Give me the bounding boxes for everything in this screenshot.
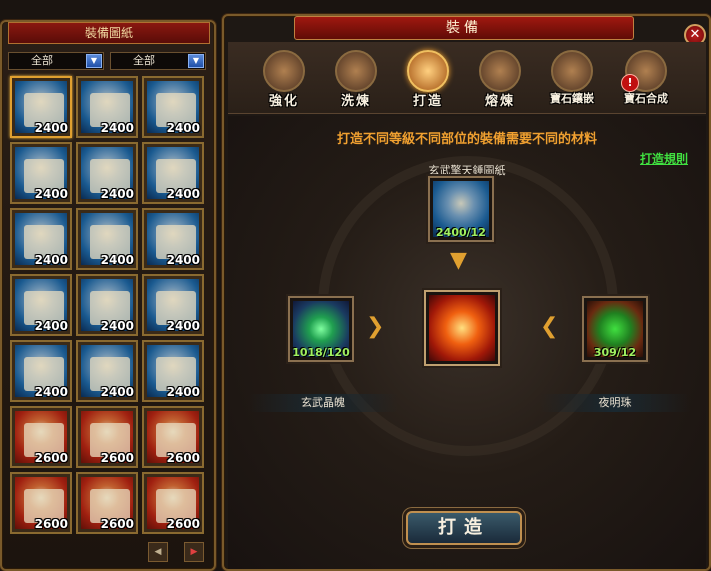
blueprint-item[interactable]: 2600	[76, 472, 138, 534]
blueprint-value: 2400	[166, 319, 200, 333]
level-filter-value: 全部	[133, 54, 155, 67]
forge-button[interactable]: 打造	[406, 511, 522, 545]
blueprint-item[interactable]: 2400	[142, 340, 204, 402]
blueprint-item[interactable]: 2400	[10, 340, 72, 402]
blueprint-value: 2400	[34, 385, 68, 399]
tab-forge[interactable]: 打造	[400, 50, 456, 110]
arrow-left-icon: ❮	[540, 314, 559, 339]
blueprint-item[interactable]: 2400	[10, 274, 72, 336]
blueprint-item[interactable]: 2400	[76, 142, 138, 204]
forge-icon	[407, 50, 449, 92]
blueprint-value: 2600	[34, 451, 68, 465]
instruction-text: 打造不同等級不同部位的裝備需要不同的材料	[336, 132, 597, 147]
window-title: 裝備	[294, 16, 634, 40]
blueprint-value: 2400	[100, 253, 134, 267]
equipment-panel: 裝備 ✕ 強化 洗煉 打造 熔煉 寶石鑲嵌 寶石合成 ! 打造不同等級不同部位的…	[222, 14, 711, 571]
hammer-icon	[263, 50, 305, 92]
blueprint-value: 2400	[34, 319, 68, 333]
blueprint-value: 2400	[34, 121, 68, 135]
blueprint-value: 2600	[166, 517, 200, 531]
blueprint-item[interactable]: 2400	[142, 76, 204, 138]
blueprint-item[interactable]: 2400	[76, 274, 138, 336]
tab-enhance[interactable]: 強化	[256, 50, 312, 110]
blueprint-value: 2600	[100, 517, 134, 531]
arrow-down-icon: ▼	[450, 248, 467, 273]
blueprint-value: 2400	[34, 187, 68, 201]
blueprint-value: 2400	[166, 121, 200, 135]
material-slot-1[interactable]: 1018/120	[288, 296, 354, 362]
flaming-hammer-icon	[429, 295, 495, 361]
result-slot[interactable]	[424, 290, 500, 366]
prev-page-button[interactable]: ◀	[148, 542, 168, 562]
blueprint-item[interactable]: 2400	[142, 208, 204, 270]
level-filter[interactable]: 全部 ▼	[110, 52, 206, 70]
blueprint-item[interactable]: 2400	[76, 208, 138, 270]
material-2-count: 309/12	[593, 346, 637, 359]
blueprint-item[interactable]: 2400	[142, 142, 204, 204]
blueprint-value: 2400	[100, 385, 134, 399]
blueprint-value: 2400	[166, 385, 200, 399]
function-tabs: 強化 洗煉 打造 熔煉 寶石鑲嵌 寶石合成 !	[228, 42, 706, 114]
blueprint-value: 2400	[100, 319, 134, 333]
blueprint-item[interactable]: 2400	[142, 274, 204, 336]
category-filter[interactable]: 全部 ▼	[8, 52, 104, 70]
material-2-name: 夜明珠	[540, 394, 690, 412]
panel-title: 裝備圖紙	[8, 22, 210, 44]
tab-refine[interactable]: 洗煉	[328, 50, 384, 110]
blueprint-item[interactable]: 2400	[10, 142, 72, 204]
blueprint-panel: 裝備圖紙 全部 ▼ 全部 ▼ 2400 2400 2400 2400 2400 2400 2…	[0, 20, 216, 571]
blueprint-item[interactable]: 2600	[10, 406, 72, 468]
dropdown-arrow-icon[interactable]: ▼	[86, 54, 102, 68]
anvil-icon	[335, 50, 377, 92]
blueprint-item[interactable]: 2600	[10, 472, 72, 534]
forge-area: 打造不同等級不同部位的裝備需要不同的材料 打造規則 玄武擎天錘圖紙 2400/1…	[228, 116, 706, 569]
blueprint-value: 2400	[166, 253, 200, 267]
blueprint-value: 2400	[100, 187, 134, 201]
blueprint-item[interactable]: 2600	[142, 406, 204, 468]
blueprint-count: 2400/12	[436, 226, 486, 239]
material-1-count: 1018/120	[292, 346, 350, 359]
material-slot-2[interactable]: 309/12	[582, 296, 648, 362]
blueprint-item[interactable]: 2400	[76, 76, 138, 138]
blueprint-item[interactable]: 2400	[10, 76, 72, 138]
blueprint-value: 2600	[166, 451, 200, 465]
gem-inlay-icon	[551, 50, 593, 92]
blueprint-item[interactable]: 2400	[10, 208, 72, 270]
next-page-button[interactable]: ▶	[184, 542, 204, 562]
furnace-icon	[479, 50, 521, 92]
blueprint-value: 2600	[100, 451, 134, 465]
tab-gem-inlay[interactable]: 寶石鑲嵌	[544, 50, 600, 110]
blueprint-value: 2400	[100, 121, 134, 135]
alert-badge: !	[621, 74, 639, 92]
category-filter-value: 全部	[31, 54, 53, 67]
dropdown-arrow-icon[interactable]: ▼	[188, 54, 204, 68]
blueprint-value: 2600	[34, 517, 68, 531]
tab-smelt[interactable]: 熔煉	[472, 50, 528, 110]
arrow-right-icon: ❯	[366, 314, 385, 339]
blueprint-item[interactable]: 2600	[76, 406, 138, 468]
blueprint-item[interactable]: 2600	[142, 472, 204, 534]
blueprint-value: 2400	[166, 187, 200, 201]
blueprint-slot[interactable]: 2400/12	[428, 176, 494, 242]
blueprint-item[interactable]: 2400	[76, 340, 138, 402]
material-1-name: 玄武晶魄	[248, 394, 398, 412]
blueprint-value: 2400	[34, 253, 68, 267]
